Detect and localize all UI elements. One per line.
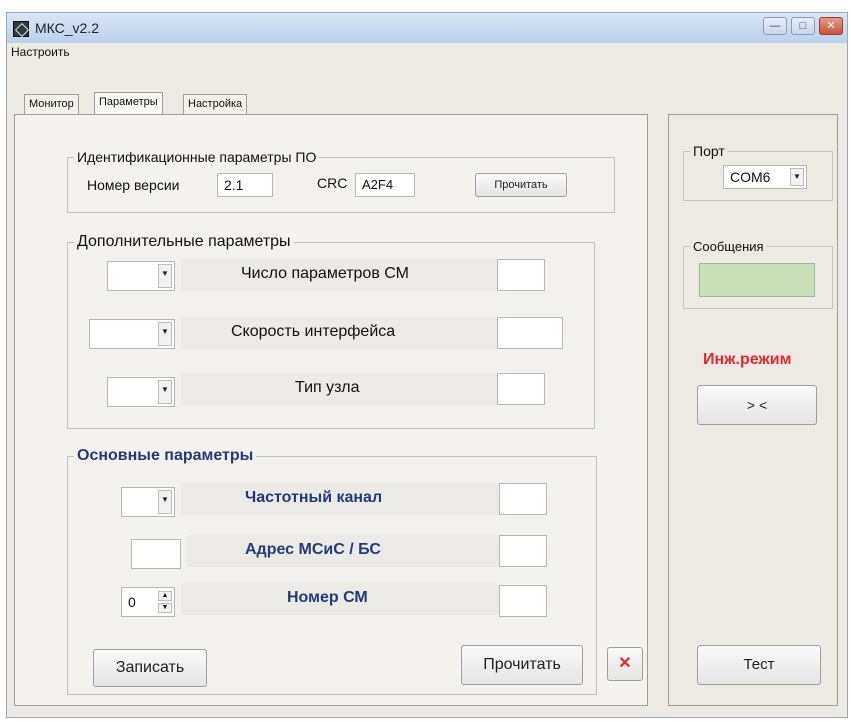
node-type-field — [497, 373, 545, 405]
chevron-down-icon: ▼ — [158, 322, 172, 346]
main-params-title: Основные параметры — [77, 447, 254, 464]
address-label: Адрес МСиС / БС — [245, 541, 381, 558]
interface-speed-combo[interactable]: ▼ — [89, 319, 175, 349]
read-button[interactable]: Прочитать — [461, 645, 583, 685]
sm-number-value: 0 — [128, 594, 136, 610]
sm-count-field — [497, 259, 545, 291]
spin-up-icon[interactable]: ▲ — [158, 591, 172, 601]
engineer-mode-button[interactable]: > < — [697, 385, 817, 425]
menu-configure[interactable]: Настроить — [11, 45, 70, 59]
minimize-icon[interactable]: — — [763, 17, 787, 35]
sm-number-label: Номер СМ — [287, 589, 368, 606]
chevron-down-icon: ▼ — [158, 490, 172, 514]
maximize-icon[interactable]: □ — [791, 17, 815, 35]
version-field: 2.1 — [217, 173, 273, 197]
version-label: Номер версии — [87, 177, 180, 193]
tab-settings[interactable]: Настройка — [183, 94, 248, 114]
window-title: МКС_v2.2 — [35, 20, 100, 36]
extra-params-title: Дополнительные параметры — [77, 233, 291, 250]
engineer-mode-label: Инж.режим — [703, 351, 792, 368]
tab-monitor[interactable]: Монитор — [24, 94, 79, 114]
freq-channel-combo[interactable]: ▼ — [121, 487, 175, 517]
close-icon[interactable]: ✕ — [607, 647, 643, 681]
sm-count-label: Число параметров СМ — [241, 265, 409, 282]
crc-label: CRC — [317, 175, 348, 191]
port-title: Порт — [693, 143, 725, 159]
sm-number-field — [499, 585, 547, 617]
node-type-combo[interactable]: ▼ — [107, 377, 175, 407]
title-bar: МКС_v2.2 — □ ✕ — [7, 13, 847, 43]
app-icon — [13, 21, 29, 37]
parameters-panel: Идентификационные параметры ПО Номер вер… — [14, 114, 648, 706]
chevron-down-icon: ▼ — [790, 168, 804, 186]
chevron-down-icon: ▼ — [158, 264, 172, 288]
sm-number-spinner[interactable]: 0 ▲ ▼ — [121, 587, 175, 617]
port-select[interactable]: COM6 ▼ — [723, 165, 807, 189]
freq-channel-field — [499, 483, 547, 515]
write-button[interactable]: Записать — [93, 649, 207, 687]
chevron-down-icon: ▼ — [158, 380, 172, 404]
id-params-title: Идентификационные параметры ПО — [77, 149, 317, 165]
interface-speed-label: Скорость интерфейса — [231, 323, 396, 340]
messages-title: Сообщения — [693, 239, 764, 254]
read-id-button[interactable]: Прочитать — [475, 173, 567, 197]
side-panel: Порт COM6 ▼ Сообщения Инж.режим > < Тест — [668, 114, 838, 706]
spin-down-icon[interactable]: ▼ — [158, 603, 172, 613]
port-value: COM6 — [730, 169, 771, 185]
freq-channel-label: Частотный канал — [245, 489, 383, 506]
tab-parameters[interactable]: Параметры — [94, 92, 163, 114]
address-field — [499, 535, 547, 567]
crc-field: A2F4 — [355, 173, 415, 197]
address-input[interactable] — [131, 539, 181, 569]
interface-speed-field — [497, 317, 563, 349]
test-button[interactable]: Тест — [697, 645, 821, 685]
close-icon[interactable]: ✕ — [819, 17, 843, 35]
sm-count-combo[interactable]: ▼ — [107, 261, 175, 291]
menu-bar: Настроить — [7, 43, 847, 63]
node-type-label: Тип узла — [295, 379, 360, 396]
message-display — [699, 263, 815, 297]
